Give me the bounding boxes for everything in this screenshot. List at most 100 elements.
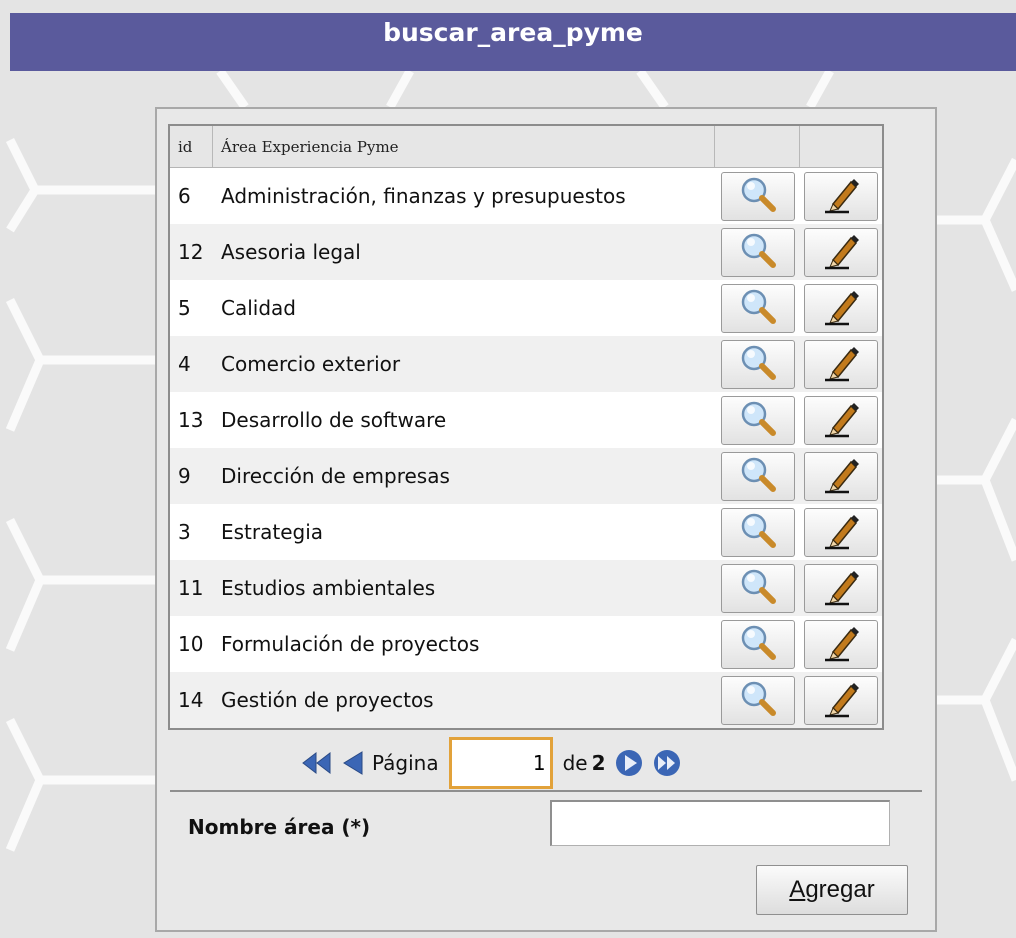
magnifier-icon — [738, 286, 778, 330]
row-view-cell — [715, 395, 800, 445]
area-name-input[interactable] — [550, 800, 890, 846]
view-button[interactable] — [720, 451, 795, 501]
magnifier-icon — [738, 342, 778, 386]
row-view-cell — [715, 227, 800, 277]
view-button[interactable] — [720, 339, 795, 389]
window-title: buscar_area_pyme — [383, 18, 643, 47]
view-button[interactable] — [720, 675, 795, 725]
next-page-icon[interactable] — [614, 748, 644, 778]
row-edit-cell — [800, 451, 882, 501]
row-id: 14 — [178, 688, 204, 712]
row-area-name: Administración, finanzas y presupuestos — [221, 184, 626, 208]
view-button[interactable] — [720, 619, 795, 669]
table-row[interactable]: 5 Calidad — [170, 280, 882, 336]
table-row[interactable]: 9 Dirección de empresas — [170, 448, 882, 504]
prev-page-icon[interactable] — [340, 750, 366, 776]
page-label: Página — [372, 751, 439, 775]
first-page-icon[interactable] — [300, 750, 334, 776]
column-header-edit — [800, 126, 882, 167]
row-area-name: Estrategia — [221, 520, 324, 544]
table-row[interactable]: 4 Comercio exterior — [170, 336, 882, 392]
table-row[interactable]: 14 Gestión de proyectos — [170, 672, 882, 728]
row-edit-cell — [800, 675, 882, 725]
view-button[interactable] — [720, 395, 795, 445]
view-button[interactable] — [720, 227, 795, 277]
row-area-name: Asesoria legal — [221, 240, 361, 264]
edit-button[interactable] — [804, 619, 878, 669]
magnifier-icon — [738, 454, 778, 498]
add-button-accesskey: A — [789, 876, 806, 903]
row-view-cell — [715, 507, 800, 557]
row-area-name: Calidad — [221, 296, 296, 320]
magnifier-icon — [738, 678, 778, 722]
table-row[interactable]: 10 Formulación de proyectos — [170, 616, 882, 672]
edit-button[interactable] — [804, 563, 878, 613]
view-button[interactable] — [720, 563, 795, 613]
edit-button[interactable] — [804, 395, 878, 445]
row-id: 13 — [178, 408, 204, 432]
pencil-icon — [821, 566, 861, 610]
edit-button[interactable] — [804, 171, 878, 221]
row-id: 6 — [178, 184, 191, 208]
table-row[interactable]: 6 Administración, finanzas y presupuestos — [170, 168, 882, 224]
pencil-icon — [821, 678, 861, 722]
magnifier-icon — [738, 230, 778, 274]
pencil-icon — [821, 510, 861, 554]
table-row[interactable]: 3 Estrategia — [170, 504, 882, 560]
page-of-label: de — [562, 751, 588, 775]
row-edit-cell — [800, 283, 882, 333]
row-id: 3 — [178, 520, 191, 544]
view-button[interactable] — [720, 171, 795, 221]
add-button[interactable]: Agregar — [756, 865, 908, 915]
table-row[interactable]: 11 Estudios ambientales — [170, 560, 882, 616]
last-page-icon[interactable] — [650, 748, 684, 778]
edit-button[interactable] — [804, 675, 878, 725]
view-button[interactable] — [720, 283, 795, 333]
row-id: 5 — [178, 296, 191, 320]
row-area-name: Comercio exterior — [221, 352, 401, 376]
areas-grid: id Área Experiencia Pyme 6 Administración… — [168, 124, 884, 730]
table-row[interactable]: 13 Desarrollo de software — [170, 392, 882, 448]
grid-header: id Área Experiencia Pyme — [170, 126, 882, 168]
edit-button[interactable] — [804, 451, 878, 501]
row-view-cell — [715, 619, 800, 669]
edit-button[interactable] — [804, 283, 878, 333]
row-area-name: Formulación de proyectos — [221, 632, 480, 656]
magnifier-icon — [738, 398, 778, 442]
magnifier-icon — [738, 510, 778, 554]
row-id: 4 — [178, 352, 191, 376]
form-separator — [170, 790, 922, 792]
page-number-input[interactable] — [448, 737, 553, 789]
pager: Página de 2 — [300, 735, 690, 791]
row-view-cell — [715, 675, 800, 725]
edit-button[interactable] — [804, 507, 878, 557]
magnifier-icon — [738, 174, 778, 218]
edit-button[interactable] — [804, 227, 878, 277]
row-edit-cell — [800, 395, 882, 445]
row-area-name: Dirección de empresas — [221, 464, 450, 488]
area-name-label: Nombre área (*) — [188, 815, 371, 839]
column-header-id[interactable]: id — [170, 126, 213, 167]
row-area-name: Desarrollo de software — [221, 408, 447, 432]
add-button-label-rest: gregar — [805, 876, 875, 903]
table-row[interactable]: 12 Asesoria legal — [170, 224, 882, 280]
row-id: 11 — [178, 576, 204, 600]
row-id: 10 — [178, 632, 204, 656]
row-area-name: Estudios ambientales — [221, 576, 436, 600]
pencil-icon — [821, 286, 861, 330]
row-id: 12 — [178, 240, 204, 264]
window-title-bar: buscar_area_pyme — [10, 13, 1016, 71]
row-view-cell — [715, 339, 800, 389]
row-view-cell — [715, 283, 800, 333]
row-view-cell — [715, 171, 800, 221]
pencil-icon — [821, 398, 861, 442]
edit-button[interactable] — [804, 339, 878, 389]
row-area-name: Gestión de proyectos — [221, 688, 434, 712]
row-edit-cell — [800, 339, 882, 389]
pencil-icon — [821, 622, 861, 666]
column-header-area[interactable]: Área Experiencia Pyme — [213, 126, 715, 167]
view-button[interactable] — [720, 507, 795, 557]
pencil-icon — [821, 230, 861, 274]
column-header-view — [715, 126, 800, 167]
row-id: 9 — [178, 464, 191, 488]
